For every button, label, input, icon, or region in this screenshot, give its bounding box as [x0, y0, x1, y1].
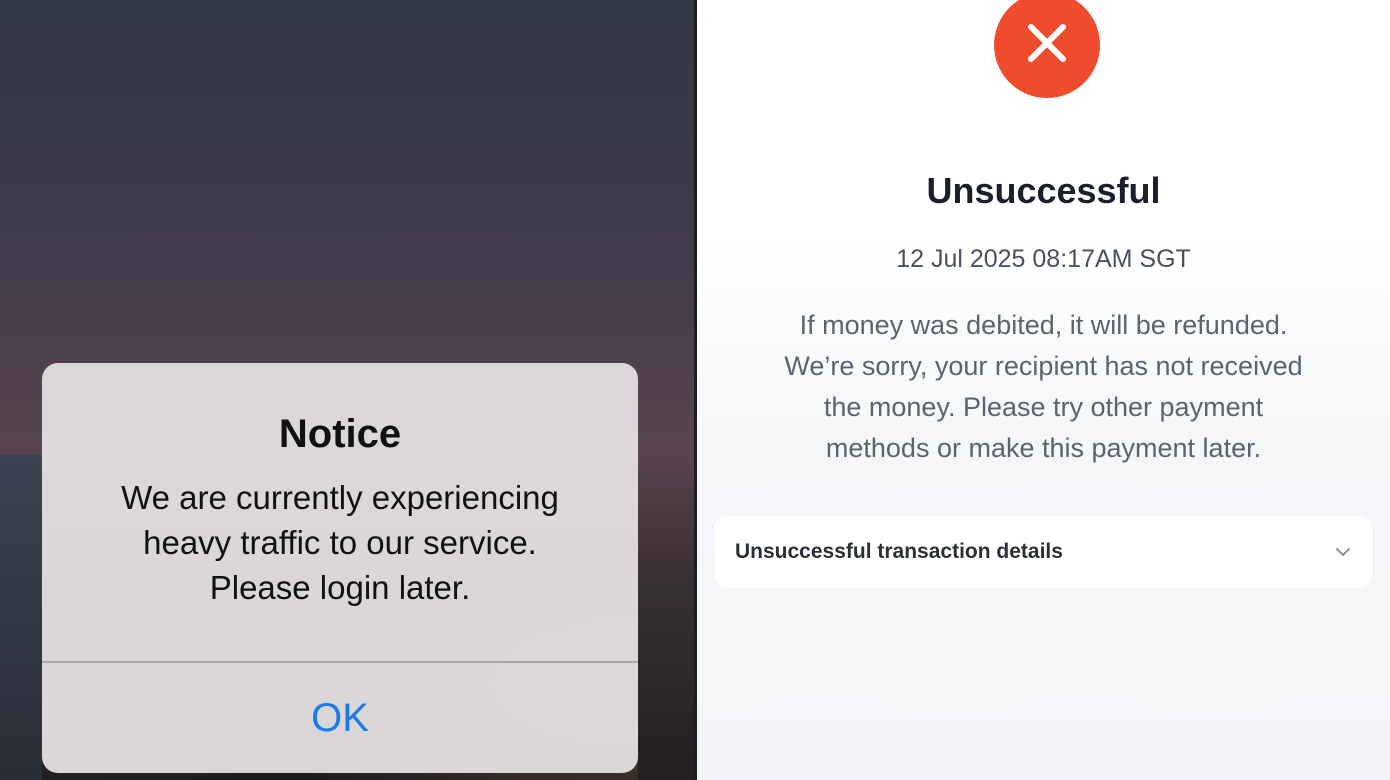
status-message-line: methods or make this payment later. — [825, 433, 1262, 463]
building-silhouette-right — [638, 560, 694, 780]
error-badge — [994, 0, 1100, 98]
transaction-details-label: Unsuccessful transaction details — [735, 540, 1063, 563]
notice-alert-dialog: Notice We are currently experiencing hea… — [42, 363, 638, 773]
status-message-line: We’re sorry, your recipient has not rece… — [784, 351, 1303, 381]
payment-result-screen: Unsuccessful 12 Jul 2025 08:17AM SGT If … — [697, 0, 1390, 780]
building-silhouette-left — [0, 455, 42, 780]
status-timestamp: 12 Jul 2025 08:17AM SGT — [896, 245, 1191, 273]
ok-button[interactable]: OK — [42, 663, 638, 773]
chevron-down-icon[interactable] — [1334, 546, 1352, 558]
alert-title: Notice — [278, 412, 402, 456]
close-icon — [1025, 21, 1069, 70]
transaction-details-accordion[interactable]: Unsuccessful transaction details — [715, 516, 1372, 588]
status-title: Unsuccessful — [926, 170, 1161, 211]
alert-message-line: Please login later. — [209, 569, 471, 606]
alert-message-line: We are currently experiencing — [121, 479, 559, 516]
login-screen-background: Notice We are currently experiencing hea… — [0, 0, 694, 780]
alert-message: We are currently experiencing heavy traf… — [72, 475, 608, 610]
status-message: If money was debited, it will be refunde… — [732, 305, 1355, 469]
alert-message-line: heavy traffic to our service. — [143, 524, 537, 561]
status-message-line: the money. Please try other payment — [823, 392, 1264, 422]
status-message-line: If money was debited, it will be refunde… — [799, 310, 1288, 340]
